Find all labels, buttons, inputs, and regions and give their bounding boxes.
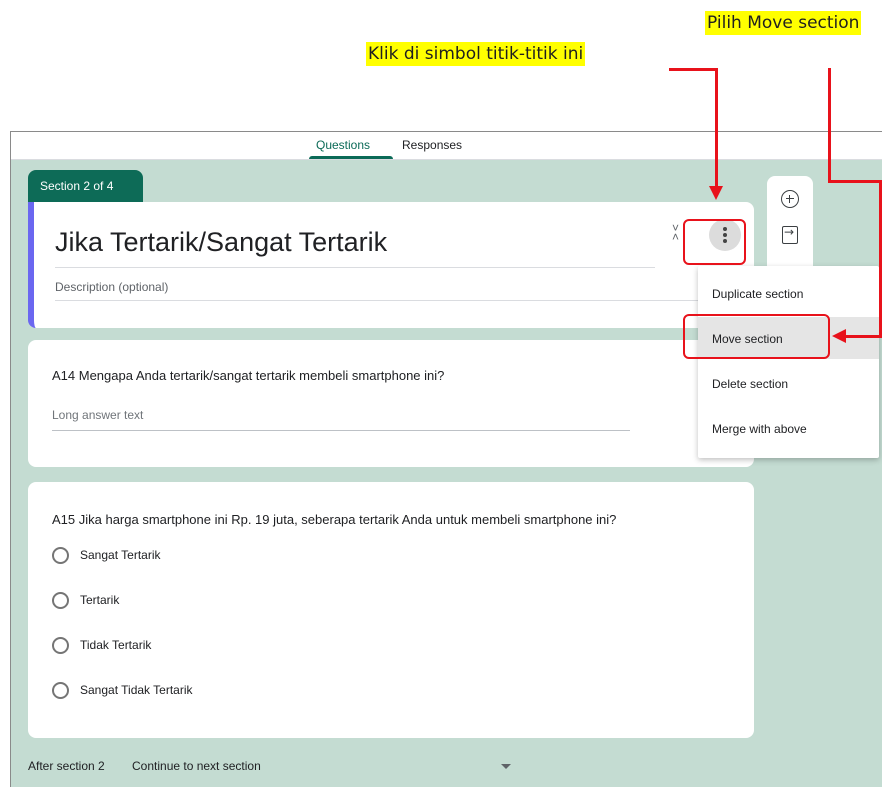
tab-questions[interactable]: Questions — [316, 138, 370, 152]
highlight-box-move-section — [683, 314, 830, 359]
floating-toolbar — [767, 176, 813, 266]
option-label: Sangat Tertarik — [80, 548, 161, 562]
add-question-icon[interactable] — [781, 190, 799, 208]
option-label: Tertarik — [80, 593, 120, 607]
collapse-icon[interactable]: ˅ ˄ — [672, 222, 679, 243]
active-tab-indicator — [309, 156, 393, 159]
radio-icon[interactable] — [52, 592, 69, 609]
menu-item-duplicate-section[interactable]: Duplicate section — [698, 272, 879, 314]
section-badge: Section 2 of 4 — [28, 170, 143, 202]
annotation-click-dots: Klik di simbol titik-titik ini — [366, 42, 586, 66]
answer-underline — [52, 430, 630, 431]
arrow-head-left — [832, 329, 846, 343]
radio-icon[interactable] — [52, 547, 69, 564]
radio-icon[interactable] — [52, 682, 69, 699]
section-description-field[interactable]: Description (optional) — [55, 280, 168, 294]
arrow-head-down — [709, 186, 723, 200]
arrow-line — [669, 68, 718, 71]
question-card-a14[interactable]: A14 Mengapa Anda tertarik/sangat tertari… — [28, 340, 754, 467]
arrow-line — [715, 68, 718, 187]
tab-bar: Questions Responses — [11, 132, 882, 160]
dropdown-arrow-icon[interactable] — [501, 764, 511, 769]
section-title[interactable]: Jika Tertarik/Sangat Tertarik — [55, 227, 387, 258]
long-answer-placeholder: Long answer text — [52, 408, 144, 422]
question-title: A14 Mengapa Anda tertarik/sangat tertari… — [52, 368, 445, 383]
arrow-line — [828, 68, 831, 182]
question-card-a15[interactable]: A15 Jika harga smartphone ini Rp. 19 jut… — [28, 482, 754, 738]
after-section-dropdown[interactable]: Continue to next section — [132, 759, 261, 773]
description-underline — [55, 300, 743, 301]
menu-item-delete-section[interactable]: Delete section — [698, 362, 879, 404]
after-section-label: After section 2 — [28, 759, 105, 773]
title-underline — [55, 267, 655, 268]
question-title: A15 Jika harga smartphone ini Rp. 19 jut… — [52, 512, 617, 527]
section-header-card: Jika Tertarik/Sangat Tertarik Descriptio… — [28, 202, 754, 328]
arrow-line — [828, 180, 882, 183]
option-label: Sangat Tidak Tertarik — [80, 683, 193, 697]
arrow-line — [846, 335, 882, 338]
import-questions-icon[interactable] — [782, 225, 798, 244]
section-menu: Duplicate section Move section Delete se… — [698, 266, 879, 458]
annotation-select-move-section: Pilih Move section — [705, 11, 862, 35]
menu-item-merge-with-above[interactable]: Merge with above — [698, 407, 879, 449]
tab-responses[interactable]: Responses — [402, 138, 462, 152]
radio-icon[interactable] — [52, 637, 69, 654]
highlight-box-menu-button — [683, 219, 746, 265]
google-forms-screenshot: Questions Responses Section 2 of 4 Jika … — [10, 131, 882, 787]
option-label: Tidak Tertarik — [80, 638, 152, 652]
